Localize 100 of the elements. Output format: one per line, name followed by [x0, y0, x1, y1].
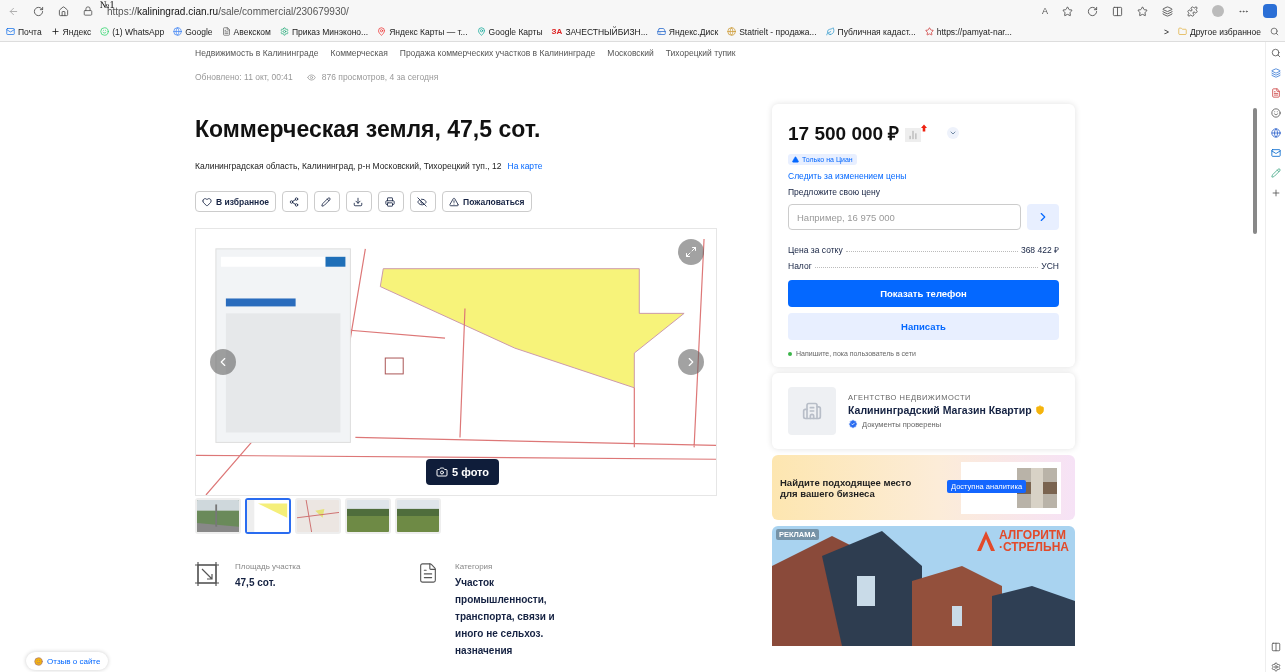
copilot-icon[interactable]	[1263, 4, 1277, 18]
detail-value: УСН	[1041, 261, 1059, 271]
bookmark[interactable]: Приказ Минэконо...	[279, 26, 369, 37]
search-icon	[1270, 48, 1281, 58]
bookmark[interactable]: Публичная кадаст...	[825, 26, 916, 37]
address: Калининградская область, Калининград, р-н Московский, Тихорецкий туп., 12	[195, 161, 502, 171]
add-icon	[1270, 188, 1281, 198]
document-icon	[221, 27, 231, 36]
thumbnail[interactable]	[295, 498, 341, 534]
thumbnail[interactable]	[345, 498, 391, 534]
logo-icon	[976, 531, 995, 551]
feedback-button[interactable]: Отзыв о сайте	[26, 652, 109, 670]
verified-icon	[848, 419, 858, 429]
logo-icon	[792, 156, 799, 163]
area-icon	[195, 562, 219, 586]
update-date: Обновлено: 11 окт, 00:41	[195, 72, 293, 82]
thumbnail[interactable]	[395, 498, 441, 534]
previous-button[interactable]	[210, 349, 236, 375]
bookmark[interactable]: Google	[173, 26, 213, 37]
split-screen-icon	[1112, 5, 1123, 17]
breadcrumb[interactable]: Московский	[607, 48, 654, 58]
smile-icon	[34, 656, 43, 666]
bar-chart-icon	[908, 130, 919, 140]
bookmark[interactable]: https://pamyat-nar...	[924, 26, 1012, 37]
bookmark[interactable]: Яндекс Карты — т...	[377, 26, 468, 37]
extensions-icon	[1187, 5, 1198, 17]
price-chart-button[interactable]	[905, 124, 928, 142]
share-icon	[289, 196, 300, 207]
collections-icon	[1162, 5, 1173, 17]
bookmark[interactable]: Statrielt - продажа...	[727, 26, 817, 37]
arrow-up-icon	[921, 124, 928, 132]
expand-button[interactable]	[947, 127, 960, 139]
bookmark-folder[interactable]: Другое избранное	[1177, 26, 1261, 37]
scrollbar-thumb[interactable]	[1253, 108, 1257, 234]
thumbnail[interactable]	[245, 498, 291, 534]
star-icon	[924, 27, 934, 36]
breadcrumb[interactable]: Недвижимость в Калининграде	[195, 48, 319, 58]
camera-icon	[436, 466, 448, 478]
breadcrumb[interactable]: Продажа коммерческих участков в Калининграде	[399, 48, 596, 58]
photo-count-badge[interactable]: 5 фото	[426, 459, 500, 485]
search-icon	[1270, 27, 1279, 36]
favorites-icon	[1137, 5, 1148, 17]
bookmark[interactable]: Яндекс	[50, 26, 92, 37]
write-button[interactable]: Написать	[788, 313, 1059, 340]
promo-text: Найдите подходящее место для вашего бизнеса	[780, 476, 913, 499]
favorite-button[interactable]: В избранное	[195, 191, 277, 212]
detail-label: Цена за сотку	[788, 245, 843, 255]
agency-name[interactable]: Калининградский Магазин Квартир	[848, 404, 1032, 416]
bookmark[interactable]: Яндекс.Диск	[656, 26, 719, 37]
feature-value: Участок промышленности, транспорта, связи и иного не сельхоз. назначения	[455, 576, 556, 658]
home-icon	[58, 5, 69, 17]
next-button[interactable]	[678, 349, 704, 375]
feature-label: Площадь участка	[235, 562, 302, 571]
more-bookmarks[interactable]: >	[1163, 26, 1169, 37]
star-icon	[1062, 5, 1073, 17]
breadcrumb[interactable]: Коммерческая	[330, 48, 388, 58]
view-count: 876 просмотров, 4 за сегодня	[321, 72, 439, 82]
report-button[interactable]: Пожаловаться	[442, 191, 532, 212]
printer-icon	[385, 196, 396, 207]
document-icon	[417, 562, 439, 584]
refresh-icon	[1087, 5, 1098, 17]
feature-value: 47,5 сот.	[235, 576, 277, 590]
ad-brand: АЛГОРИТМ ·СТРЕЛЬНА	[998, 529, 1069, 553]
edit-button[interactable]	[314, 191, 341, 212]
chevron-down-icon	[949, 129, 958, 137]
fullscreen-button[interactable]	[678, 239, 704, 265]
share-button[interactable]	[282, 191, 309, 212]
thumbnail[interactable]	[195, 498, 241, 534]
gear-icon	[279, 27, 289, 36]
map-pin-icon	[476, 27, 486, 36]
hide-button[interactable]	[410, 191, 437, 212]
globe-icon	[173, 27, 183, 36]
map-link[interactable]: На карте	[507, 161, 543, 171]
bookmark[interactable]: Google Карты	[476, 26, 543, 37]
offer-label: Предложите свою цену	[788, 187, 881, 197]
leaf-icon	[825, 27, 835, 36]
map-pin-icon	[377, 27, 387, 36]
bookmark[interactable]: Почта	[6, 26, 42, 37]
expand-icon	[685, 246, 697, 258]
back-icon	[8, 5, 19, 17]
bookmark[interactable]: Авекском	[221, 26, 271, 37]
download-button[interactable]	[346, 191, 373, 212]
heart-icon	[202, 196, 212, 207]
price: 17 500 000 ₽	[788, 122, 900, 146]
shield-icon	[1034, 405, 1045, 415]
print-button[interactable]	[378, 191, 405, 212]
offer-field[interactable]: Например, 16 975 000	[788, 204, 1021, 230]
bookmark[interactable]: ЗА ЗАЧЕСТНЫЙБИЗН...	[551, 26, 648, 37]
read-aloud-button[interactable]: A	[1042, 6, 1048, 16]
sidebar-icon	[1270, 642, 1281, 652]
bookmark[interactable]: (1) WhatsApp	[100, 26, 165, 37]
warning-icon	[449, 196, 460, 207]
show-phone-button[interactable]: Показать телефон	[788, 280, 1059, 307]
eye-icon	[306, 72, 316, 82]
eye-off-icon	[417, 196, 428, 207]
price-watch-link[interactable]: Следить за изменением цены	[788, 171, 907, 181]
settings-icon	[1270, 662, 1281, 672]
mail-icon	[6, 27, 15, 36]
lock-icon	[83, 6, 93, 16]
breadcrumb[interactable]: Тихорецкий тупик	[665, 48, 736, 58]
